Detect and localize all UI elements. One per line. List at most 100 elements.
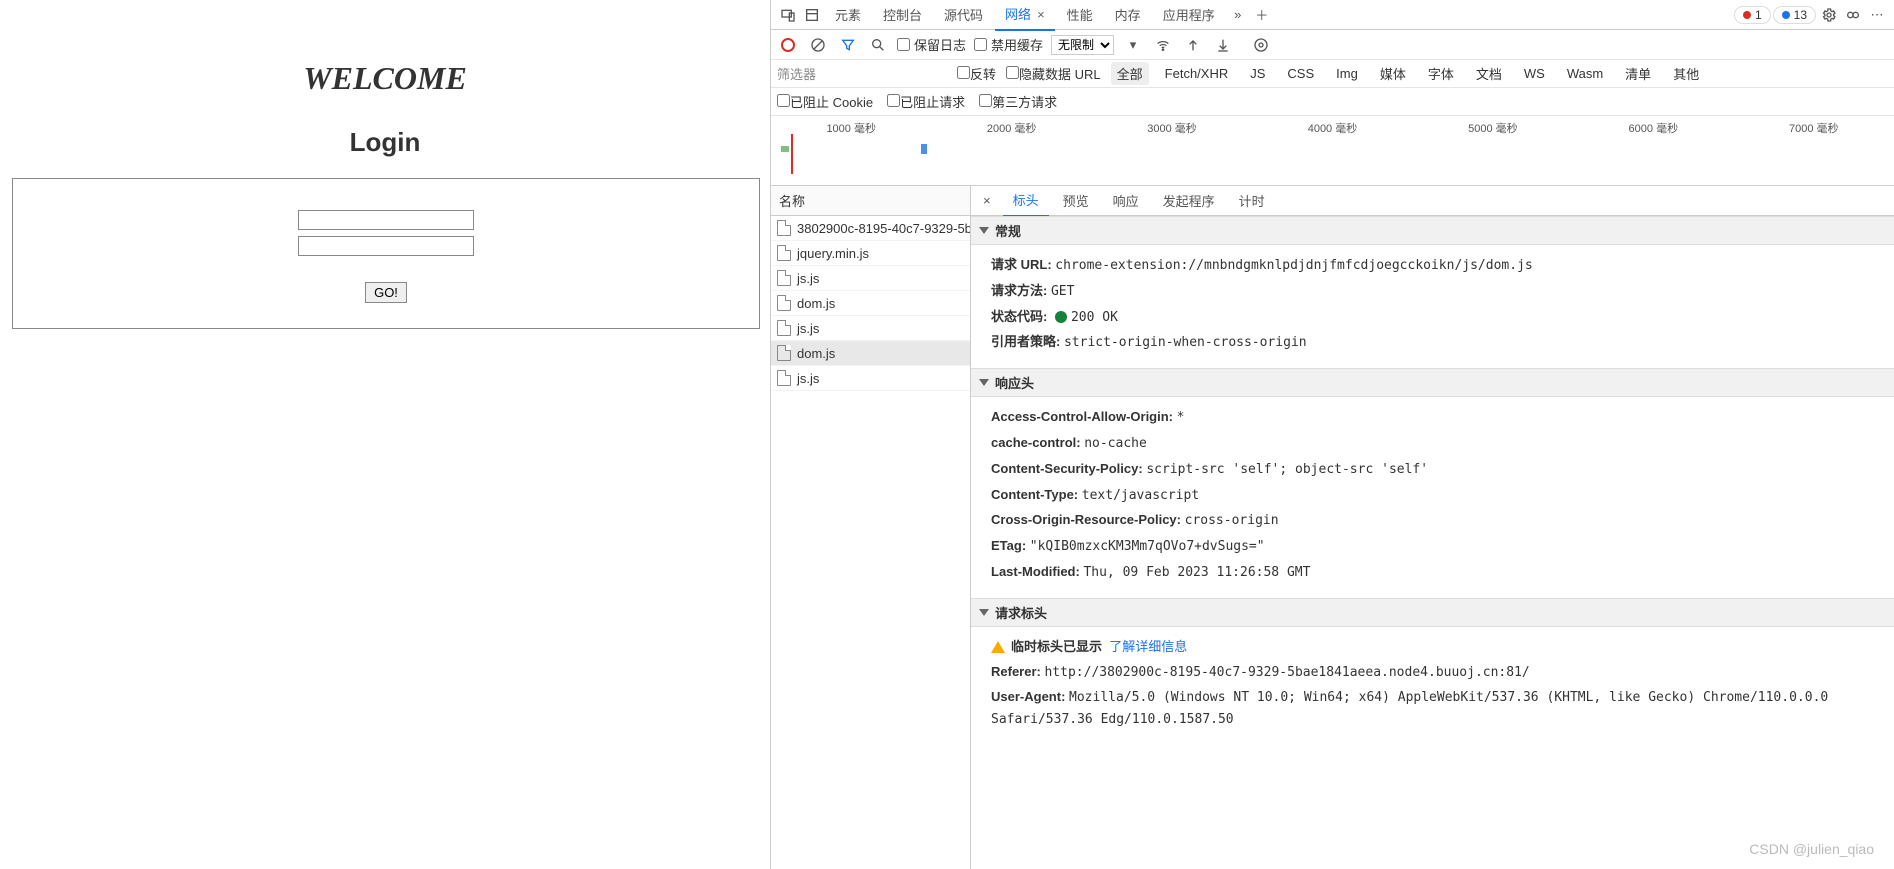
- header-key: cache-control:: [991, 435, 1081, 450]
- dtab-timing[interactable]: 计时: [1229, 186, 1275, 216]
- filter-manifest[interactable]: 清单: [1619, 62, 1657, 85]
- third-party-checkbox[interactable]: 第三方请求: [979, 92, 1057, 111]
- request-row[interactable]: js.js: [771, 316, 970, 341]
- network-cookiebar: 已阻止 Cookie 已阻止请求 第三方请求: [771, 88, 1894, 116]
- header-value: text/javascript: [1082, 488, 1199, 503]
- request-name: jquery.min.js: [797, 246, 869, 261]
- request-row[interactable]: dom.js: [771, 291, 970, 316]
- invert-checkbox[interactable]: 反转: [957, 64, 996, 83]
- network-timeline[interactable]: 1000 毫秒 2000 毫秒 3000 毫秒 4000 毫秒 5000 毫秒 …: [771, 116, 1894, 186]
- throttle-select[interactable]: 无限制: [1051, 35, 1114, 55]
- messages-badge[interactable]: 13: [1773, 6, 1816, 24]
- filter-input[interactable]: 筛选器: [777, 64, 947, 83]
- tick: 3000 毫秒: [1147, 120, 1197, 136]
- file-icon: [777, 370, 791, 386]
- request-headers-section-header[interactable]: 请求标头: [971, 598, 1894, 627]
- referrer-policy-label: 引用者策略:: [991, 334, 1060, 349]
- request-row[interactable]: js.js: [771, 366, 970, 391]
- tick: 4000 毫秒: [1308, 120, 1358, 136]
- request-name: js.js: [797, 271, 819, 286]
- password-input[interactable]: [298, 236, 474, 256]
- request-method-label: 请求方法:: [991, 283, 1047, 298]
- add-tab-icon[interactable]: ＋: [1251, 4, 1273, 26]
- provisional-text: 临时标头已显示: [1011, 639, 1102, 654]
- tab-application[interactable]: 应用程序: [1153, 0, 1225, 30]
- blocked-requests-checkbox[interactable]: 已阻止请求: [887, 92, 965, 111]
- header-value: Mozilla/5.0 (Windows NT 10.0; Win64; x64…: [991, 690, 1828, 727]
- request-url-value: chrome-extension://mnbndgmknlpdjdnjfmfcd…: [1055, 258, 1532, 273]
- dtab-initiator[interactable]: 发起程序: [1153, 186, 1225, 216]
- record-icon[interactable]: [777, 34, 799, 56]
- tab-console[interactable]: 控制台: [873, 0, 932, 30]
- request-name: js.js: [797, 371, 819, 386]
- filter-doc[interactable]: 文档: [1470, 62, 1508, 85]
- tab-performance[interactable]: 性能: [1057, 0, 1103, 30]
- header-key: Cross-Origin-Resource-Policy:: [991, 512, 1181, 527]
- request-row[interactable]: 3802900c-8195-40c7-9329-5b...: [771, 216, 970, 241]
- settings-gear-icon[interactable]: [1250, 34, 1272, 56]
- header-value: Thu, 09 Feb 2023 11:26:58 GMT: [1083, 565, 1310, 580]
- request-name: dom.js: [797, 346, 835, 361]
- tab-elements[interactable]: 元素: [825, 0, 871, 30]
- preserve-log-checkbox[interactable]: 保留日志: [897, 35, 966, 54]
- hide-data-urls-checkbox[interactable]: 隐藏数据 URL: [1006, 64, 1101, 83]
- header-key: User-Agent:: [991, 689, 1065, 704]
- tab-network[interactable]: 网络×: [995, 0, 1055, 31]
- file-icon: [777, 295, 791, 311]
- filter-ws[interactable]: WS: [1518, 64, 1551, 83]
- tab-sources[interactable]: 源代码: [934, 0, 993, 30]
- settings-icon[interactable]: [1818, 4, 1840, 26]
- upload-icon[interactable]: [1182, 34, 1204, 56]
- request-list: 名称 3802900c-8195-40c7-9329-5b... jquery.m…: [771, 186, 971, 869]
- errors-badge[interactable]: 1: [1734, 6, 1771, 24]
- disable-cache-checkbox[interactable]: 禁用缓存: [974, 35, 1043, 54]
- clear-icon[interactable]: [807, 34, 829, 56]
- file-icon: [777, 220, 791, 236]
- request-row[interactable]: jquery.min.js: [771, 241, 970, 266]
- header-value: cross-origin: [1185, 513, 1279, 528]
- request-row[interactable]: js.js: [771, 266, 970, 291]
- network-filterbar: 筛选器 反转 隐藏数据 URL 全部 Fetch/XHR JS CSS Img …: [771, 60, 1894, 88]
- status-code-value: 200 OK: [1071, 310, 1118, 325]
- blocked-cookies-checkbox[interactable]: 已阻止 Cookie: [777, 92, 873, 111]
- filter-font[interactable]: 字体: [1422, 62, 1460, 85]
- device-toolbar-icon[interactable]: [777, 4, 799, 26]
- more-tabs-icon[interactable]: »: [1227, 4, 1249, 26]
- request-url-label: 请求 URL:: [991, 257, 1052, 272]
- dtab-preview[interactable]: 预览: [1053, 186, 1099, 216]
- filter-js[interactable]: JS: [1244, 64, 1271, 83]
- filter-all[interactable]: 全部: [1111, 62, 1149, 85]
- header-value: http://3802900c-8195-40c7-9329-5bae1841a…: [1044, 665, 1529, 680]
- chevron-down-icon[interactable]: ▾: [1122, 34, 1144, 56]
- filter-fetch[interactable]: Fetch/XHR: [1159, 64, 1235, 83]
- header-key: Content-Security-Policy:: [991, 461, 1143, 476]
- download-icon[interactable]: [1212, 34, 1234, 56]
- filter-media[interactable]: 媒体: [1374, 62, 1412, 85]
- dtab-response[interactable]: 响应: [1103, 186, 1149, 216]
- go-button[interactable]: GO!: [365, 282, 407, 303]
- dtab-headers[interactable]: 标头: [1003, 186, 1049, 217]
- close-icon[interactable]: ×: [1037, 7, 1045, 22]
- wifi-icon[interactable]: [1152, 34, 1174, 56]
- general-section-header[interactable]: 常规: [971, 216, 1894, 245]
- request-list-header: 名称: [771, 186, 970, 216]
- feedback-icon[interactable]: [1842, 4, 1864, 26]
- more-icon[interactable]: ⋯: [1866, 4, 1888, 26]
- filter-css[interactable]: CSS: [1281, 64, 1320, 83]
- request-row[interactable]: dom.js: [771, 341, 970, 366]
- close-detail-icon[interactable]: ×: [975, 189, 999, 212]
- filter-img[interactable]: Img: [1330, 64, 1364, 83]
- login-form: GO!: [12, 178, 760, 329]
- response-headers-section-header[interactable]: 响应头: [971, 368, 1894, 397]
- header-value: no-cache: [1084, 436, 1147, 451]
- learn-more-link[interactable]: 了解详细信息: [1109, 639, 1187, 654]
- filter-other[interactable]: 其他: [1667, 62, 1705, 85]
- filter-icon[interactable]: [837, 34, 859, 56]
- search-icon[interactable]: [867, 34, 889, 56]
- request-name: dom.js: [797, 296, 835, 311]
- referrer-policy-value: strict-origin-when-cross-origin: [1064, 335, 1307, 350]
- username-input[interactable]: [298, 210, 474, 230]
- dock-icon[interactable]: [801, 4, 823, 26]
- tab-memory[interactable]: 内存: [1105, 0, 1151, 30]
- filter-wasm[interactable]: Wasm: [1561, 64, 1609, 83]
